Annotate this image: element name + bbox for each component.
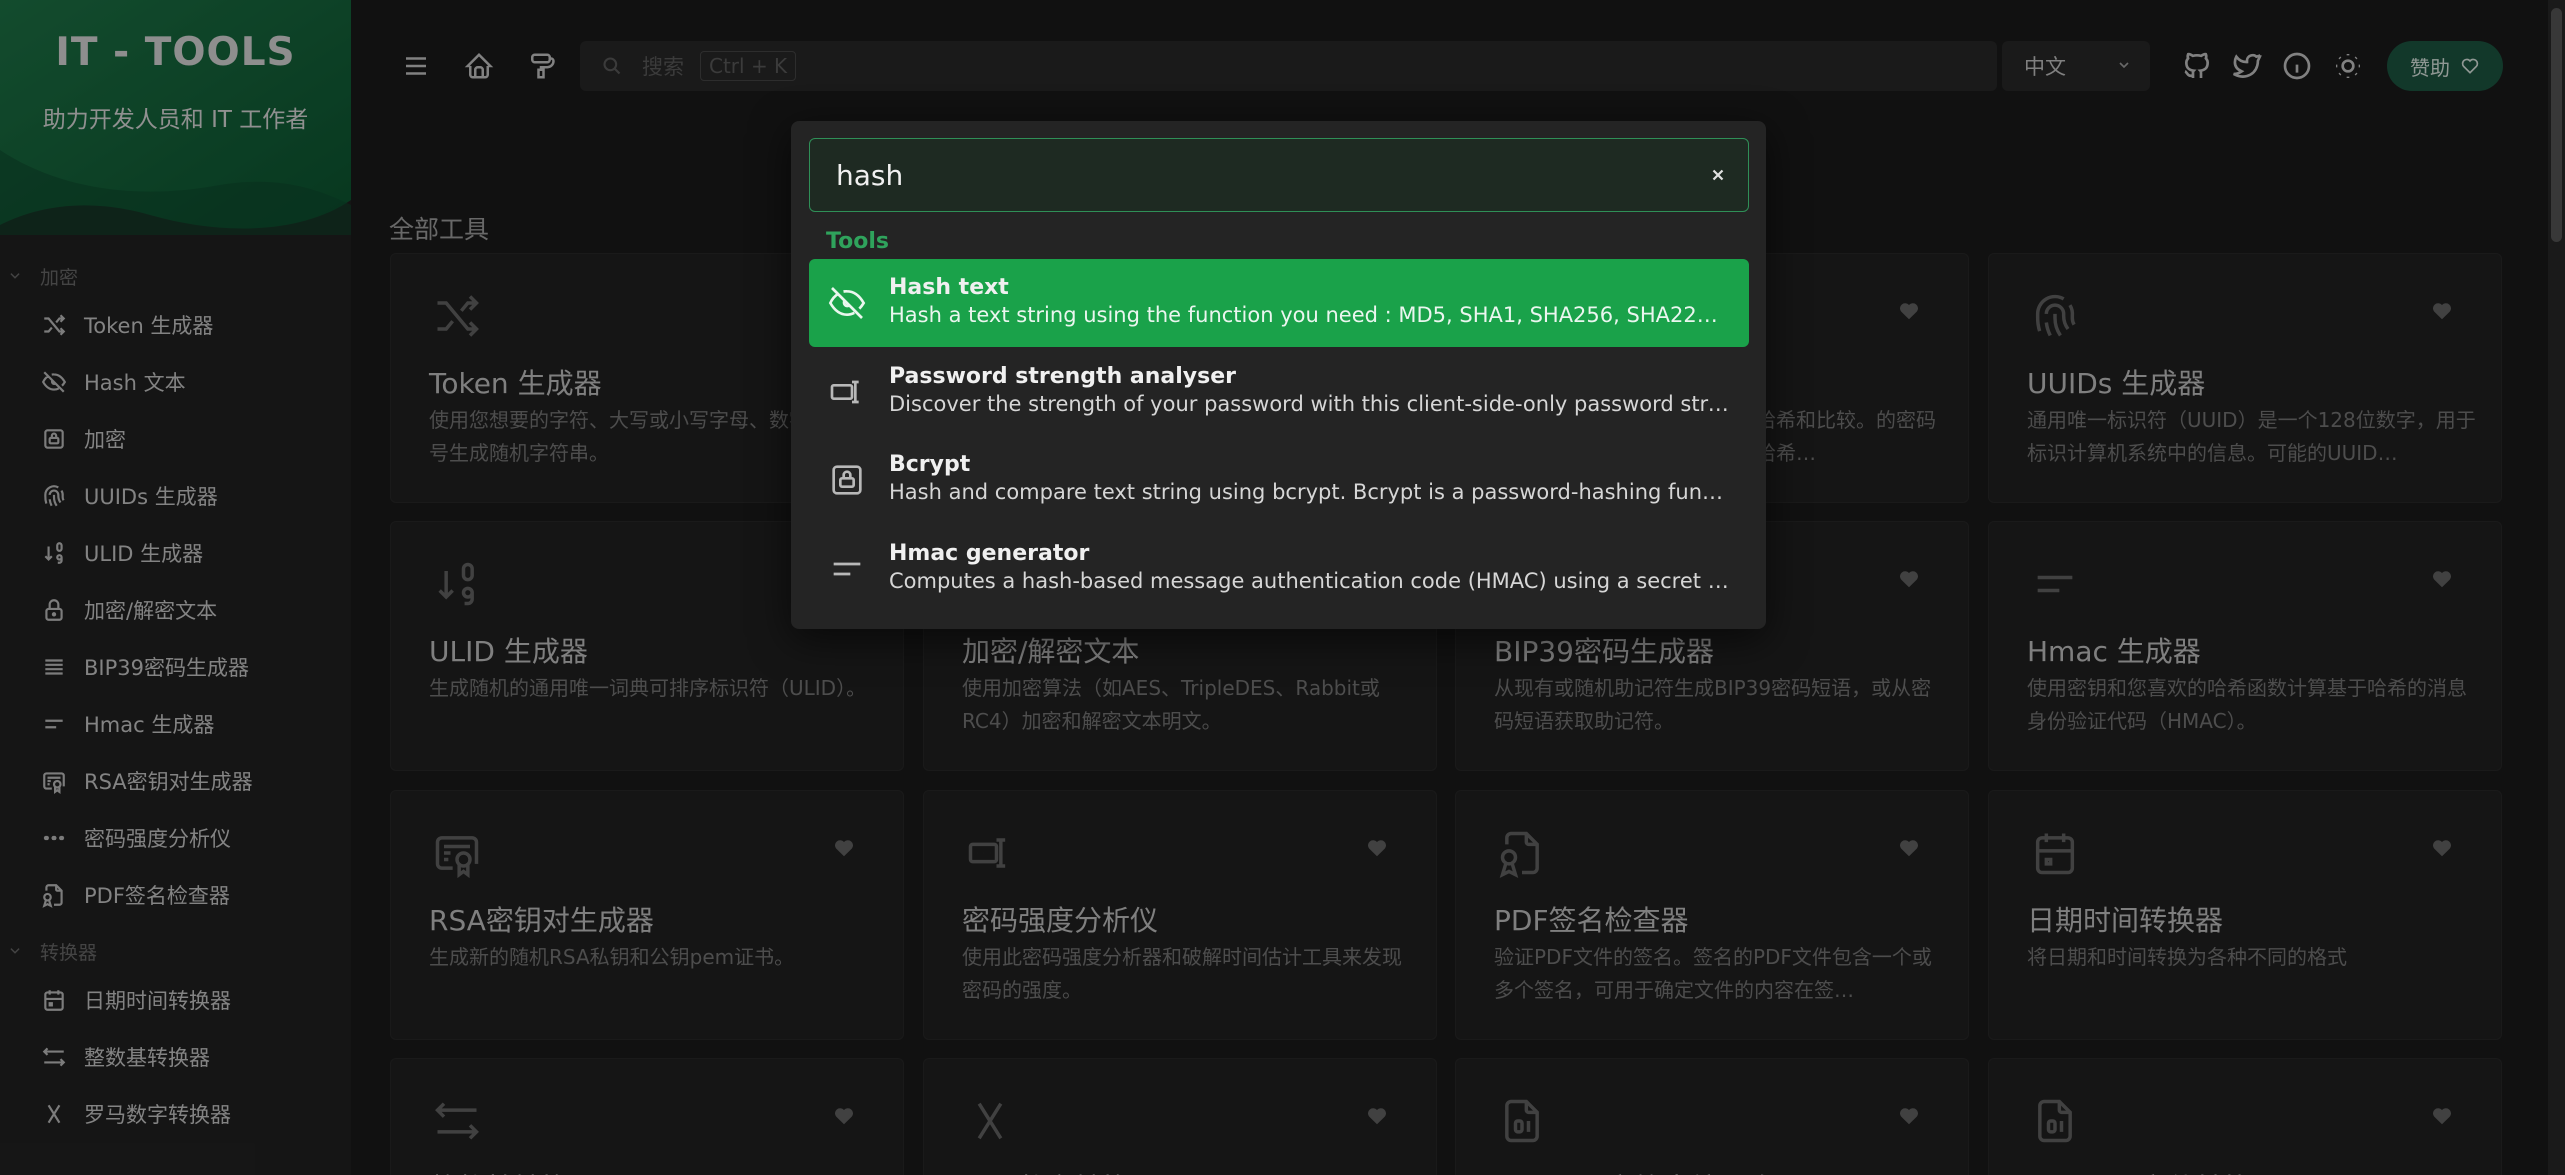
search-result-hash-text[interactable]: Hash text Hash a text string using the f… <box>809 259 1749 347</box>
lock-square-icon <box>832 465 862 495</box>
search-result-title: Hmac generator <box>889 541 1090 566</box>
password-icon <box>830 380 859 404</box>
search-result-title: Password strength analyser <box>889 364 1236 389</box>
search-result-desc: Hash a text string using the function yo… <box>889 303 1729 327</box>
search-result-bcrypt[interactable]: Bcrypt Hash and compare text string usin… <box>809 436 1749 524</box>
command-search-field[interactable] <box>809 138 1749 212</box>
clear-search-button[interactable] <box>1706 163 1730 187</box>
close-icon <box>1712 169 1724 181</box>
command-palette: Tools Hash text Hash a text string using… <box>791 121 1766 629</box>
search-result-password-strength[interactable]: Password strength analyser Discover the … <box>809 348 1749 436</box>
eye-off-icon <box>828 287 866 319</box>
search-result-title: Hash text <box>889 275 1009 300</box>
search-result-desc: Discover the strength of your password w… <box>889 392 1729 416</box>
search-result-hmac-generator[interactable]: Hmac generator Computes a hash-based mes… <box>809 525 1749 613</box>
short-text-icon <box>833 562 861 576</box>
search-result-desc: Hash and compare text string using bcryp… <box>889 480 1729 504</box>
results-group-label: Tools <box>826 229 889 254</box>
search-result-desc: Computes a hash-based message authentica… <box>889 569 1729 593</box>
search-result-title: Bcrypt <box>889 452 971 477</box>
command-search-input[interactable] <box>836 153 1656 197</box>
